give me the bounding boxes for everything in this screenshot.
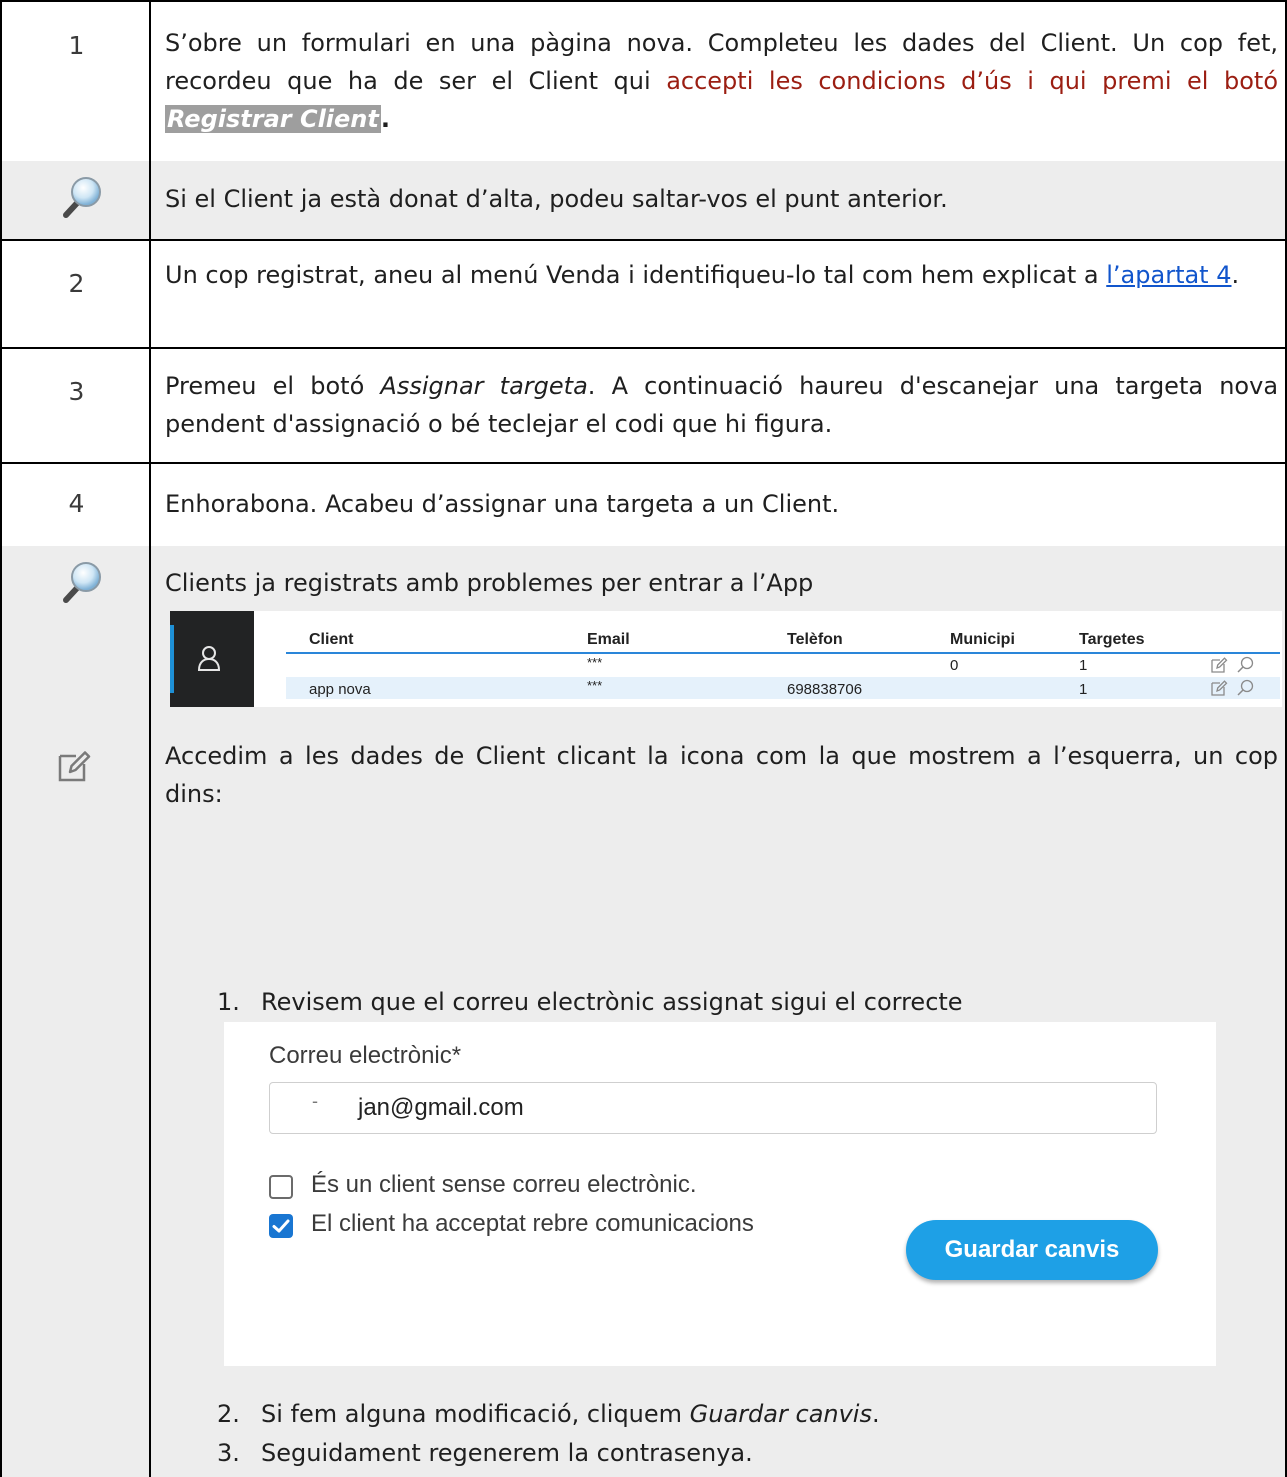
search-icon[interactable] — [1236, 656, 1254, 674]
tip-text: Clients ja registrats amb problemes per … — [165, 569, 814, 597]
col-header-phone[interactable]: Telèfon — [787, 631, 843, 649]
step-number-cell: 2 — [2, 239, 151, 347]
list-number: 1. — [217, 988, 240, 1016]
col-header-town[interactable]: Municipi — [950, 631, 1015, 649]
email-form-screenshot: Correu electrònic* - jan@gmail.com És un… — [224, 1022, 1216, 1366]
cell-town: 0 — [950, 657, 959, 674]
step-text-part: Un cop registrat, aneu al menú Venda i i… — [165, 261, 1107, 289]
section-4-link[interactable]: l’apartat 4 — [1106, 261, 1231, 289]
no-email-checkbox-label[interactable]: És un client sense correu electrònic. — [311, 1171, 697, 1199]
step-text-end: . — [1231, 261, 1240, 289]
button-name-highlight: Registrar Client — [165, 105, 381, 133]
user-icon[interactable] — [196, 644, 224, 672]
list-text: Si fem alguna modificació, cliquem Guard… — [261, 1397, 880, 1431]
cell-email: *** — [587, 655, 603, 670]
step-number-cell: 1 — [2, 2, 151, 161]
sidebar-active-indicator — [170, 625, 174, 693]
edit-icon[interactable] — [1210, 656, 1228, 674]
step-number-cell: 3 — [2, 347, 151, 462]
checkmark-icon — [272, 1219, 290, 1233]
email-field[interactable]: - jan@gmail.com — [269, 1082, 1157, 1134]
no-email-checkbox[interactable] — [269, 1175, 293, 1199]
col-header-cards[interactable]: Targetes — [1079, 631, 1145, 649]
list-text-end: . — [871, 1400, 880, 1428]
tip-row-1: Si el Client ja està donat d’alta, podeu… — [0, 161, 1287, 241]
edit-intro-text: Accedim a les dades de Client clicant la… — [165, 742, 1278, 808]
email-prefix: - — [312, 1091, 318, 1111]
step-text-part: Premeu el botó — [165, 372, 381, 400]
step-text: S’obre un formulari en una pàgina nova. … — [165, 24, 1278, 138]
accepts-communications-label[interactable]: El client ha acceptat rebre comunicacion… — [311, 1210, 754, 1238]
col-header-email[interactable]: Email — [587, 631, 630, 649]
step-row-1: 1 S’obre un formulari en una pàgina nova… — [0, 0, 1287, 163]
list-text: Seguidament regenerem la contrasenya. — [261, 1439, 753, 1467]
step-text: Premeu el botó Assignar targeta. A conti… — [165, 367, 1278, 443]
cell-email: *** — [587, 678, 603, 693]
cell-client: app nova — [309, 681, 371, 698]
save-changes-button[interactable]: Guardar canvis — [906, 1220, 1158, 1280]
cell-cards: 1 — [1079, 681, 1088, 698]
edit-icon[interactable] — [1210, 679, 1228, 697]
step-number: 4 — [68, 489, 85, 518]
tip-icon-cell — [2, 546, 151, 720]
client-list-screenshot: Client Email Telèfon Municipi Targetes *… — [170, 611, 1282, 707]
edit-icon — [58, 751, 91, 782]
header-underline — [286, 652, 1280, 654]
tip-icon-cell — [2, 161, 151, 239]
step-number: 2 — [68, 269, 85, 298]
save-button-name: Guardar canvis — [689, 1400, 872, 1428]
col-header-client[interactable]: Client — [309, 631, 353, 649]
magnifier-icon — [63, 177, 101, 218]
step-row-3: 3 Premeu el botó Assignar targeta. A con… — [0, 347, 1287, 464]
list-number: 2. — [217, 1400, 240, 1428]
edit-icon-cell — [2, 720, 151, 1477]
list-number: 3. — [217, 1439, 240, 1467]
warning-text: accepti les condicions d’ús i qui premi … — [666, 67, 1278, 95]
step-text-end: . — [380, 105, 390, 133]
email-field-label: Correu electrònic* — [269, 1042, 462, 1069]
cell-phone: 698838706 — [787, 681, 863, 698]
magnifier-icon — [63, 562, 101, 603]
list-text-part: Si fem alguna modificació, cliquem — [261, 1400, 690, 1428]
list-text: Revisem que el correu electrònic assigna… — [261, 988, 963, 1016]
step-number: 1 — [68, 31, 85, 60]
email-value: jan@gmail.com — [358, 1094, 524, 1121]
step-text: Enhorabona. Acabeu d’assignar una target… — [165, 490, 840, 518]
step-number-cell: 4 — [2, 462, 151, 546]
assign-card-button-name: Assignar targeta — [380, 372, 588, 400]
step-number: 3 — [68, 377, 85, 406]
cell-cards: 1 — [1079, 657, 1088, 674]
accepts-communications-checkbox[interactable] — [269, 1214, 293, 1238]
step-row-4: 4 Enhorabona. Acabeu d’assignar una targ… — [0, 462, 1287, 548]
step-text: Un cop registrat, aneu al menú Venda i i… — [165, 256, 1278, 294]
sidebar — [170, 611, 254, 707]
table-row-highlight — [286, 677, 1280, 699]
search-icon[interactable] — [1236, 679, 1254, 697]
tip-text: Si el Client ja està donat d’alta, podeu… — [165, 185, 948, 213]
step-row-2: 2 Un cop registrat, aneu al menú Venda i… — [0, 239, 1287, 349]
